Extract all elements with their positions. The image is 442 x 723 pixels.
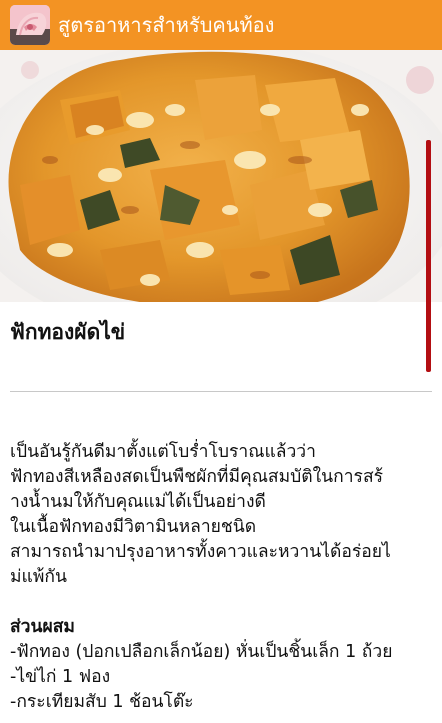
divider bbox=[10, 391, 432, 392]
ingredient-item: -กระเทียมสับ 1 ช้อนโต๊ะ bbox=[10, 692, 194, 712]
intro-line: างน้ำนมให้กับคุณแม่ได้เป็นอย่างดี bbox=[10, 492, 266, 512]
ingredient-item: -ฟักทอง (ปอกเปลือกเล็กน้อย) หั่นเป็นชิ้น… bbox=[10, 642, 393, 662]
intro-line: สามารถนำมาปรุงอาหารทั้งคาวและหวานได้อร่อ… bbox=[10, 542, 391, 562]
recipe-title: ฟักทองผัดไข่ bbox=[10, 320, 126, 344]
intro-line: ม่แพ้กัน bbox=[10, 567, 67, 587]
hero-image bbox=[0, 50, 442, 302]
recipe-body: เป็นอันรู้กันดีมาตั้งแต่โบร่ำโบราณแล้วว่… bbox=[10, 440, 436, 715]
ingredients-heading: ส่วนผสม bbox=[10, 617, 75, 637]
intro-line: ฟักทองสีเหลืองสดเป็นพืชผักที่มีคุณสมบัติ… bbox=[10, 467, 384, 487]
ingredient-item: -ไข่ไก่ 1 ฟอง bbox=[10, 667, 111, 687]
scroll-indicator[interactable] bbox=[426, 140, 431, 372]
app-bar: สูตรอาหารสำหรับคนท้อง bbox=[0, 0, 442, 50]
intro-line: เป็นอันรู้กันดีมาตั้งแต่โบร่ำโบราณแล้วว่… bbox=[10, 442, 316, 462]
intro-line: ในเนื้อฟักทองมีวิตามินหลายชนิด bbox=[10, 517, 257, 537]
app-title: สูตรอาหารสำหรับคนท้อง bbox=[58, 13, 275, 37]
pregnant-belly-app-icon[interactable] bbox=[10, 5, 50, 45]
